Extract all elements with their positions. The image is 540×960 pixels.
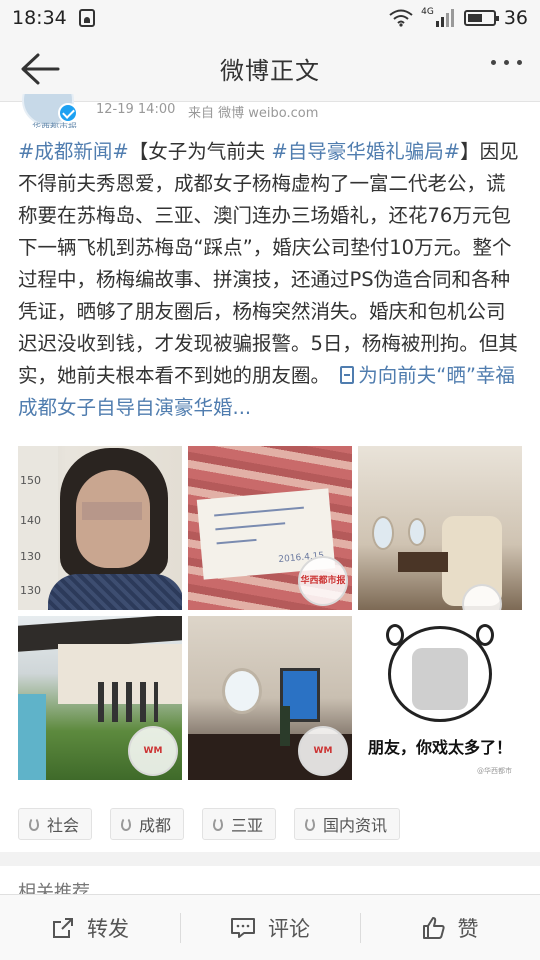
battery-icon xyxy=(463,10,499,26)
photo-money[interactable]: 2016.4.15 华西都市报 xyxy=(188,446,352,610)
thumbs-up-icon xyxy=(422,916,445,939)
section-divider xyxy=(0,852,540,866)
link-icon[interactable] xyxy=(340,366,355,384)
tag-domestic-news[interactable]: 国内资讯 xyxy=(294,808,401,840)
watermark-logo: WM xyxy=(298,726,348,776)
comment-label: 评论 xyxy=(268,916,310,941)
tag-society[interactable]: 社会 xyxy=(18,808,93,840)
photo-jet-interior[interactable] xyxy=(358,446,522,610)
post-text-segment: 【女子为气前夫 xyxy=(128,140,272,163)
bottom-action-bar: 转发 评论 赞 xyxy=(0,894,540,960)
photo-cabin[interactable]: WM xyxy=(188,616,352,780)
more-options-icon[interactable] xyxy=(491,60,522,65)
network-type: 4G xyxy=(421,7,434,17)
meme-source: @华西都市 xyxy=(477,767,512,775)
comment-icon xyxy=(231,917,255,938)
topic-tags: 社会 成都 三亚 国内资讯 xyxy=(18,808,401,840)
post-source: 来自 微博 weibo.com xyxy=(188,106,319,121)
height-ruler: 150 140 130 130 xyxy=(18,446,58,610)
post-meta: 华西都市报 12-19 14:00 来自 微博 weibo.com xyxy=(0,94,540,130)
flame-icon xyxy=(213,817,224,831)
repost-label: 转发 xyxy=(87,916,129,941)
post-text-segment: 】因见不得前夫秀恩爱，成都女子杨梅虚构了一富二代老公，谎称要在苏梅岛、三亚、澳门… xyxy=(18,140,519,387)
post-time: 12-19 14:00 xyxy=(96,102,176,117)
like-button[interactable]: 赞 xyxy=(360,895,540,960)
notification-icon xyxy=(78,9,95,27)
watermark-logo: WM xyxy=(128,726,178,776)
wifi-icon xyxy=(389,9,413,27)
photo-villa[interactable]: WM xyxy=(18,616,182,780)
status-bar: 18:34 4G 36 xyxy=(0,0,540,36)
page-title: 微博正文 xyxy=(220,57,320,85)
watermark-logo: 华西都市报 xyxy=(298,556,348,606)
repost-icon xyxy=(53,917,73,938)
photo-meme[interactable]: 朋友，你戏太多了！ @华西都市 xyxy=(358,616,522,780)
meme-caption: 朋友，你戏太多了！ xyxy=(367,738,512,757)
back-arrow-icon[interactable] xyxy=(18,50,62,88)
signal-icon xyxy=(435,9,454,27)
hashtag-chengdu-news[interactable]: #成都新闻# xyxy=(18,140,129,163)
post-body: #成都新闻#【女子为气前夫 #自导豪华婚礼骗局#】因见不得前夫秀恩爱，成都女子杨… xyxy=(18,136,524,424)
tag-sanya[interactable]: 三亚 xyxy=(202,808,277,840)
flame-icon xyxy=(121,817,132,831)
image-grid: 150 140 130 130 2016.4.15 华西都市报 WM WM 朋友… xyxy=(18,446,522,780)
like-label: 赞 xyxy=(457,916,479,941)
status-time: 18:34 xyxy=(12,7,67,29)
photo-mugshot[interactable]: 150 140 130 130 xyxy=(18,446,182,610)
comment-button[interactable]: 评论 xyxy=(180,895,360,960)
flame-icon xyxy=(29,817,39,831)
nav-bar: 微博正文 xyxy=(0,36,540,102)
battery-level: 36 xyxy=(503,7,528,29)
verified-icon xyxy=(58,103,78,123)
hashtag-wedding-scam[interactable]: #自导豪华婚礼骗局# xyxy=(271,140,460,163)
flame-icon xyxy=(305,817,316,831)
status-right: 4G 36 xyxy=(389,7,528,29)
tag-chengdu[interactable]: 成都 xyxy=(110,808,185,840)
repost-button[interactable]: 转发 xyxy=(0,895,180,960)
